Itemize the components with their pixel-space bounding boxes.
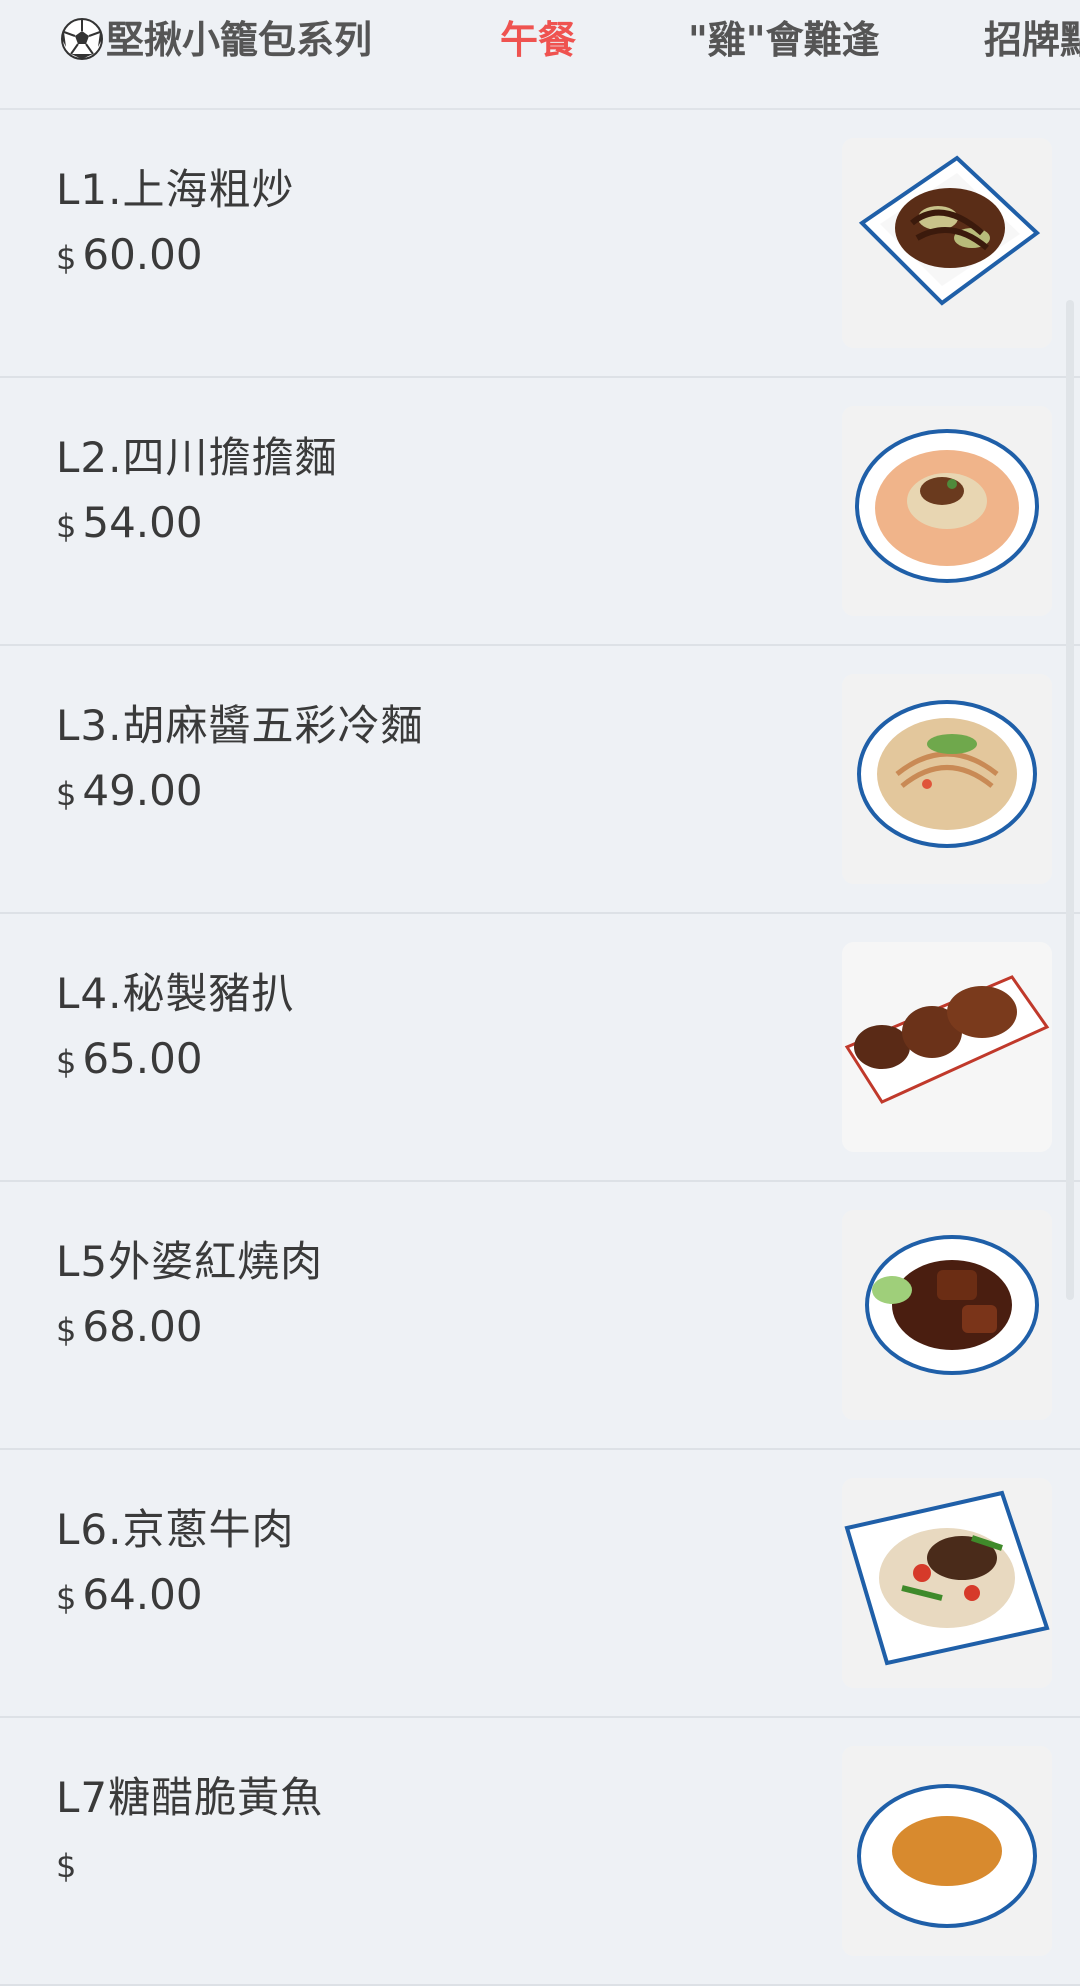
dish-name: L4.秘製豬扒 <box>56 969 295 1018</box>
currency-symbol: $ <box>56 1043 77 1081</box>
dish-name: L5外婆紅燒肉 <box>56 1237 324 1286</box>
price-value: 49.00 <box>82 766 203 815</box>
dish-price: $68.00 <box>56 1302 203 1351</box>
tab-chicken[interactable]: "雞"會難逢 <box>688 10 880 70</box>
currency-symbol: $ <box>56 1579 77 1617</box>
scrollbar[interactable] <box>1066 300 1074 1300</box>
dish-price: $64.00 <box>56 1570 203 1619</box>
price-value: 65.00 <box>82 1034 203 1083</box>
price-value: 60.00 <box>82 230 203 279</box>
tab-lunch[interactable]: 午餐 <box>500 10 576 70</box>
list-item[interactable]: L1.上海粗炒 $60.00 <box>0 110 1080 378</box>
list-item[interactable]: L4.秘製豬扒 $65.00 <box>0 914 1080 1182</box>
currency-symbol: $ <box>56 1311 77 1349</box>
menu-list: L1.上海粗炒 $60.00 L2.四川擔擔麵 $54.00 L3.胡麻醬五彩冷… <box>0 110 1080 1986</box>
list-item[interactable]: L6.京蔥牛肉 $64.00 <box>0 1450 1080 1718</box>
list-item[interactable]: L7糖醋脆黃魚 $ <box>0 1718 1080 1986</box>
dish-price: $ <box>56 1838 82 1887</box>
list-item[interactable]: L5外婆紅燒肉 $68.00 <box>0 1182 1080 1450</box>
tab-signature[interactable]: 招牌點 <box>984 10 1080 70</box>
currency-symbol: $ <box>56 507 77 545</box>
currency-symbol: $ <box>56 239 77 277</box>
dish-name: L3.胡麻醬五彩冷麵 <box>56 701 424 750</box>
tab-xiaolongbao[interactable]: 堅揪小籠包系列 <box>60 10 372 70</box>
dish-photo[interactable] <box>842 1210 1052 1420</box>
dish-name: L6.京蔥牛肉 <box>56 1505 295 1554</box>
dish-price: $49.00 <box>56 766 203 815</box>
price-value: 64.00 <box>82 1570 203 1619</box>
dish-photo[interactable] <box>842 1746 1052 1956</box>
category-tab-bar: 堅揪小籠包系列 午餐 "雞"會難逢 招牌點 <box>0 0 1080 110</box>
tab-label: 堅揪小籠包系列 <box>106 18 373 62</box>
soccer-ball-icon <box>61 17 103 60</box>
currency-symbol: $ <box>56 775 77 813</box>
list-item[interactable]: L3.胡麻醬五彩冷麵 $49.00 <box>0 646 1080 914</box>
dish-photo[interactable] <box>842 406 1052 616</box>
dish-price: $54.00 <box>56 498 203 547</box>
dish-price: $65.00 <box>56 1034 203 1083</box>
price-value: 54.00 <box>82 498 203 547</box>
price-value: 68.00 <box>82 1302 203 1351</box>
dish-photo[interactable] <box>842 138 1052 348</box>
dish-photo[interactable] <box>842 942 1052 1152</box>
dish-name: L7糖醋脆黃魚 <box>56 1773 324 1822</box>
dish-name: L1.上海粗炒 <box>56 165 295 214</box>
dish-price: $60.00 <box>56 230 203 279</box>
list-item[interactable]: L2.四川擔擔麵 $54.00 <box>0 378 1080 646</box>
currency-symbol: $ <box>56 1847 77 1885</box>
dish-photo[interactable] <box>842 674 1052 884</box>
dish-name: L2.四川擔擔麵 <box>56 433 338 482</box>
dish-photo[interactable] <box>842 1478 1052 1688</box>
